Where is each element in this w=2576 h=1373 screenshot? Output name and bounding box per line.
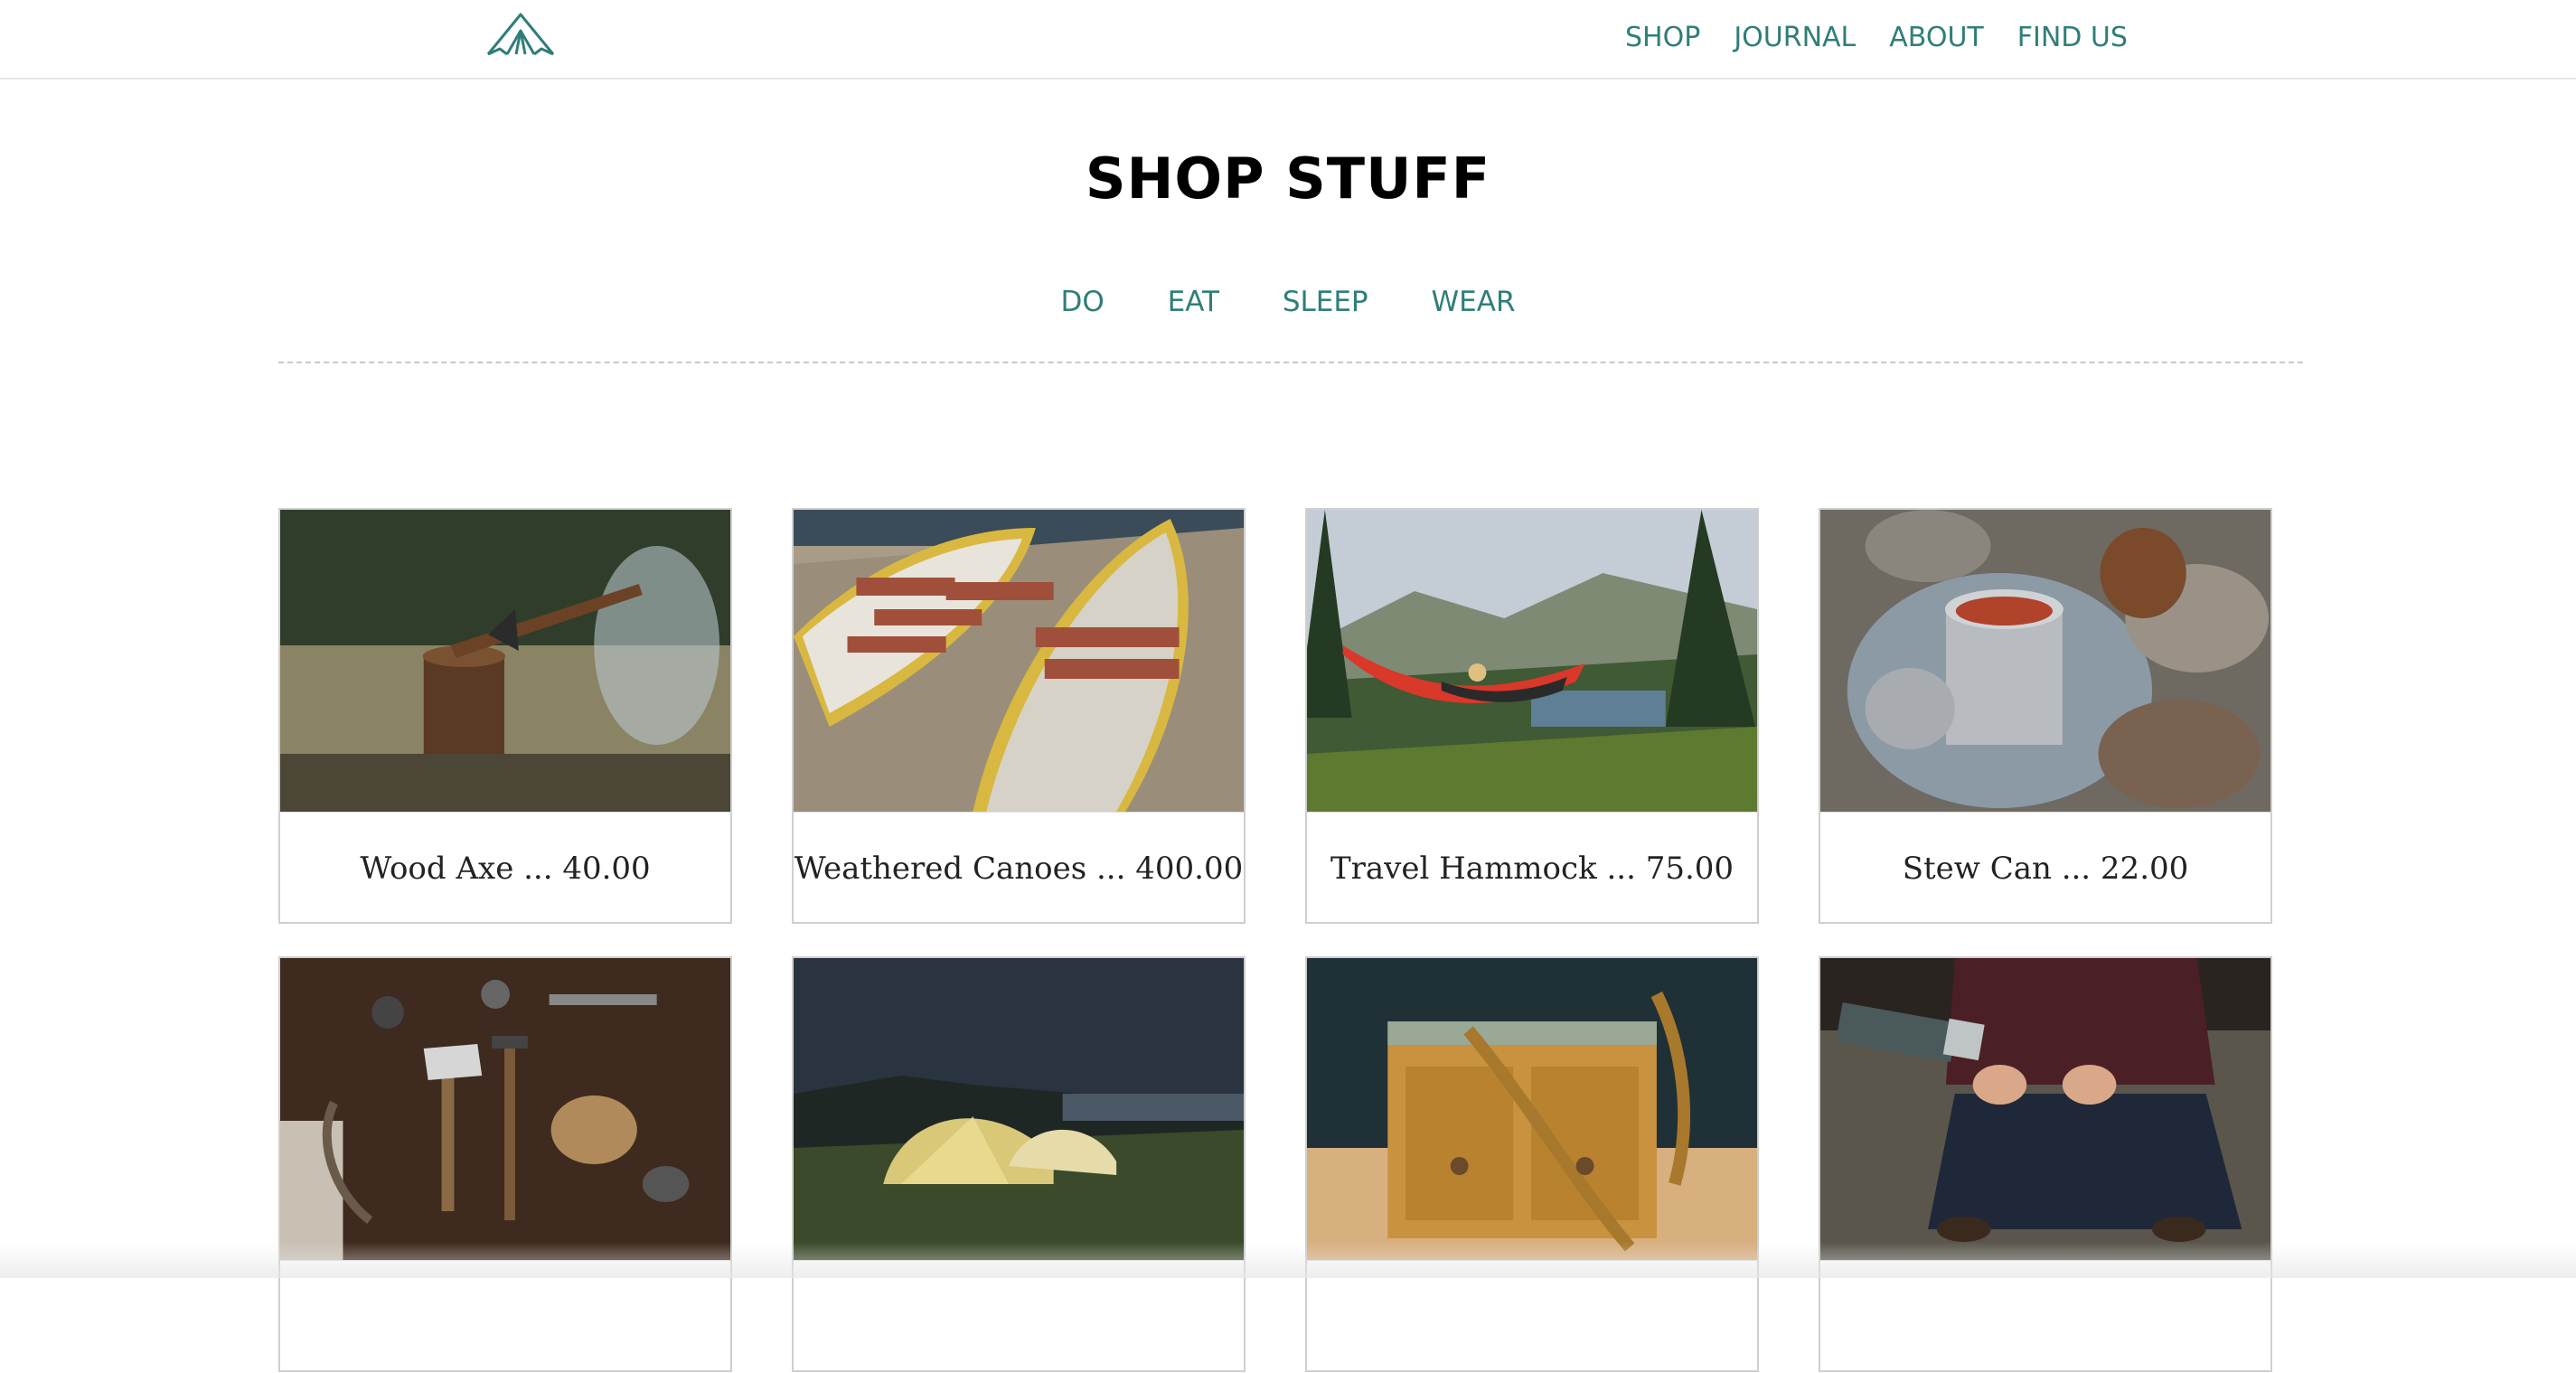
nav-journal-link[interactable]: JOURNAL (1734, 20, 1856, 56)
main-nav: SHOP JOURNAL ABOUT FIND US (1625, 20, 2128, 56)
category-eat-link[interactable]: EAT (1168, 286, 1219, 318)
tools-flatlay-photo[interactable] (280, 958, 730, 1260)
product-card-wood-axe[interactable]: Wood Axe ... 40.00 (278, 508, 732, 924)
hammock-mountains-photo[interactable] (1307, 510, 1757, 812)
product-caption[interactable]: Stew Can ... 22.00 (1820, 812, 2270, 925)
product-caption[interactable] (1820, 1260, 2270, 1373)
canoes-on-dock-photo[interactable] (794, 510, 1244, 812)
nav-shop-link[interactable]: SHOP (1625, 20, 1700, 56)
tent-logo-icon[interactable] (485, 11, 556, 60)
product-caption[interactable]: Wood Axe ... 40.00 (280, 812, 730, 925)
product-card-thermos[interactable] (1819, 956, 2272, 1372)
product-grid: Wood Axe ... 40.00 Weathered Canoes ... … (278, 508, 2303, 1372)
product-card-tools[interactable] (278, 956, 732, 1372)
canvas-bag-photo[interactable] (1307, 958, 1757, 1260)
stew-pot-on-rocks-photo[interactable] (1820, 510, 2270, 812)
category-sleep-link[interactable]: SLEEP (1283, 286, 1368, 318)
product-card-tents[interactable] (792, 956, 1246, 1372)
product-card-canvas-bag[interactable] (1305, 956, 1759, 1372)
nav-find-us-link[interactable]: FIND US (2017, 20, 2128, 56)
product-caption[interactable] (794, 1260, 1244, 1373)
page-title: SHOP STUFF (1085, 146, 1491, 212)
nav-about-link[interactable]: ABOUT (1889, 20, 1983, 56)
product-caption[interactable]: Travel Hammock ... 75.00 (1307, 812, 1757, 925)
product-card-stew-can[interactable]: Stew Can ... 22.00 (1819, 508, 2272, 924)
thermos-pour-photo[interactable] (1820, 958, 2270, 1260)
category-filter: DO EAT SLEEP WEAR (0, 284, 2576, 320)
product-caption[interactable]: Weathered Canoes ... 400.00 (794, 812, 1244, 925)
tents-at-night-photo[interactable] (794, 958, 1244, 1260)
top-navigation-bar: SHOP JOURNAL ABOUT FIND US (0, 0, 2576, 80)
product-card-weathered-canoes[interactable]: Weathered Canoes ... 400.00 (792, 508, 1246, 924)
category-do-link[interactable]: DO (1060, 286, 1104, 318)
product-caption[interactable] (1307, 1260, 1757, 1373)
section-divider (278, 362, 2303, 363)
axe-in-stump-photo[interactable] (280, 510, 730, 812)
product-card-travel-hammock[interactable]: Travel Hammock ... 75.00 (1305, 508, 1759, 924)
product-caption[interactable] (280, 1260, 730, 1373)
category-wear-link[interactable]: WEAR (1432, 286, 1516, 318)
